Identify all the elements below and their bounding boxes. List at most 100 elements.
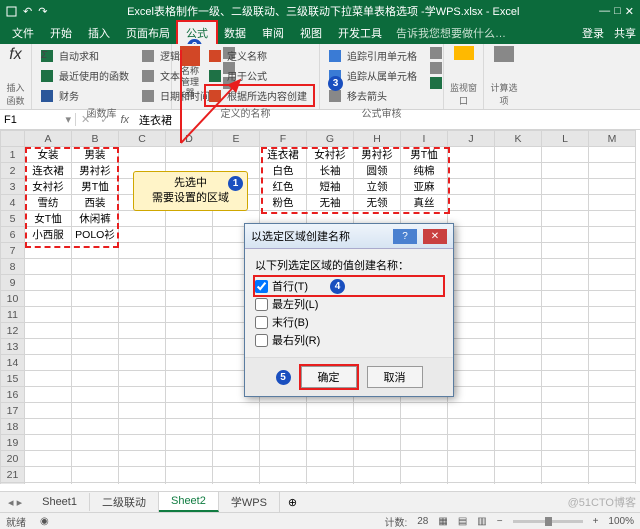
cell[interactable] (25, 323, 72, 339)
cell[interactable] (589, 211, 636, 227)
cell[interactable] (213, 451, 260, 467)
autosum-button[interactable]: Σ自动求和 (38, 46, 135, 65)
cell[interactable] (448, 451, 495, 467)
cell[interactable] (25, 243, 72, 259)
cell[interactable] (166, 467, 213, 483)
cell[interactable] (542, 163, 589, 179)
cell[interactable] (589, 451, 636, 467)
cell[interactable]: 男T恤 (72, 179, 119, 195)
cell[interactable] (213, 419, 260, 435)
cell[interactable]: 亚麻 (401, 179, 448, 195)
zoom-level[interactable]: 100% (608, 516, 634, 527)
cell[interactable]: 白色 (260, 163, 307, 179)
col-header[interactable]: M (589, 131, 636, 147)
view-layout-icon[interactable]: ▤ (458, 516, 467, 527)
cell[interactable] (166, 339, 213, 355)
cell[interactable] (166, 307, 213, 323)
watch-window-button[interactable] (450, 46, 477, 60)
cell[interactable] (401, 467, 448, 483)
cell[interactable] (354, 451, 401, 467)
cell[interactable]: 纯棉 (401, 163, 448, 179)
cell[interactable] (401, 435, 448, 451)
row-header[interactable]: 13 (1, 339, 25, 355)
cell[interactable] (448, 435, 495, 451)
cell[interactable] (448, 307, 495, 323)
cell[interactable] (495, 435, 542, 451)
cell[interactable] (448, 339, 495, 355)
cell[interactable] (166, 355, 213, 371)
cell[interactable] (542, 483, 589, 485)
sheet-tab[interactable]: 二级联动 (90, 491, 159, 513)
cell[interactable] (542, 291, 589, 307)
cell[interactable] (448, 483, 495, 485)
cell[interactable] (166, 435, 213, 451)
cell[interactable] (542, 195, 589, 211)
cell[interactable] (589, 147, 636, 163)
cell[interactable] (542, 243, 589, 259)
cell[interactable] (166, 403, 213, 419)
cell[interactable] (589, 291, 636, 307)
cell[interactable] (25, 371, 72, 387)
cell[interactable] (401, 483, 448, 485)
cell[interactable] (25, 291, 72, 307)
cell[interactable] (495, 403, 542, 419)
cell[interactable] (307, 435, 354, 451)
cell[interactable] (72, 291, 119, 307)
calc-options-button[interactable] (490, 46, 518, 62)
col-header[interactable]: A (25, 131, 72, 147)
cell[interactable] (72, 419, 119, 435)
col-header[interactable]: B (72, 131, 119, 147)
tab-layout[interactable]: 页面布局 (118, 22, 178, 44)
cell[interactable] (25, 435, 72, 451)
cell[interactable] (72, 435, 119, 451)
cell[interactable] (307, 451, 354, 467)
cell[interactable] (401, 451, 448, 467)
error-check-icon[interactable] (427, 61, 445, 75)
cell[interactable] (542, 403, 589, 419)
cell[interactable] (448, 323, 495, 339)
cell[interactable] (307, 467, 354, 483)
row-header[interactable]: 19 (1, 435, 25, 451)
col-header[interactable]: J (448, 131, 495, 147)
cell[interactable] (354, 483, 401, 485)
maximize-icon[interactable]: □ (614, 5, 621, 18)
cell[interactable] (448, 419, 495, 435)
cell[interactable] (166, 291, 213, 307)
cell[interactable] (25, 259, 72, 275)
cell[interactable] (542, 259, 589, 275)
undo-icon[interactable]: ↶ (23, 5, 32, 18)
cell[interactable] (589, 307, 636, 323)
cell[interactable] (589, 387, 636, 403)
cell[interactable] (307, 403, 354, 419)
cell[interactable] (119, 275, 166, 291)
redo-icon[interactable]: ↷ (38, 5, 47, 18)
zoom-in-icon[interactable]: + (593, 516, 599, 527)
cell[interactable] (307, 419, 354, 435)
cell[interactable] (589, 483, 636, 485)
name-manager-button[interactable]: 名称 管理器 (178, 46, 202, 99)
col-header[interactable]: K (495, 131, 542, 147)
cell[interactable] (495, 275, 542, 291)
cell[interactable] (495, 259, 542, 275)
cell[interactable] (119, 147, 166, 163)
cell[interactable]: 男装 (72, 147, 119, 163)
minimize-icon[interactable]: — (599, 5, 610, 18)
cell[interactable]: 小西服 (25, 227, 72, 243)
cell[interactable]: 连衣裙 (25, 163, 72, 179)
dialog-close-button[interactable]: ✕ (423, 229, 447, 244)
cell[interactable] (495, 179, 542, 195)
cell[interactable] (542, 419, 589, 435)
cell[interactable] (495, 211, 542, 227)
row-header[interactable]: 21 (1, 467, 25, 483)
row-header[interactable]: 4 (1, 195, 25, 211)
cell[interactable] (354, 435, 401, 451)
cell[interactable]: 男衬衫 (72, 163, 119, 179)
close-icon[interactable]: ✕ (625, 5, 634, 18)
col-header[interactable]: I (401, 131, 448, 147)
sheet-tab[interactable]: Sheet1 (30, 493, 90, 511)
tab-home[interactable]: 开始 (42, 22, 80, 44)
row-header[interactable]: 22 (1, 483, 25, 485)
cell[interactable] (166, 387, 213, 403)
create-from-selection-button[interactable]: 根据所选内容创建 (206, 86, 313, 105)
cell[interactable]: 休闲裤 (72, 211, 119, 227)
